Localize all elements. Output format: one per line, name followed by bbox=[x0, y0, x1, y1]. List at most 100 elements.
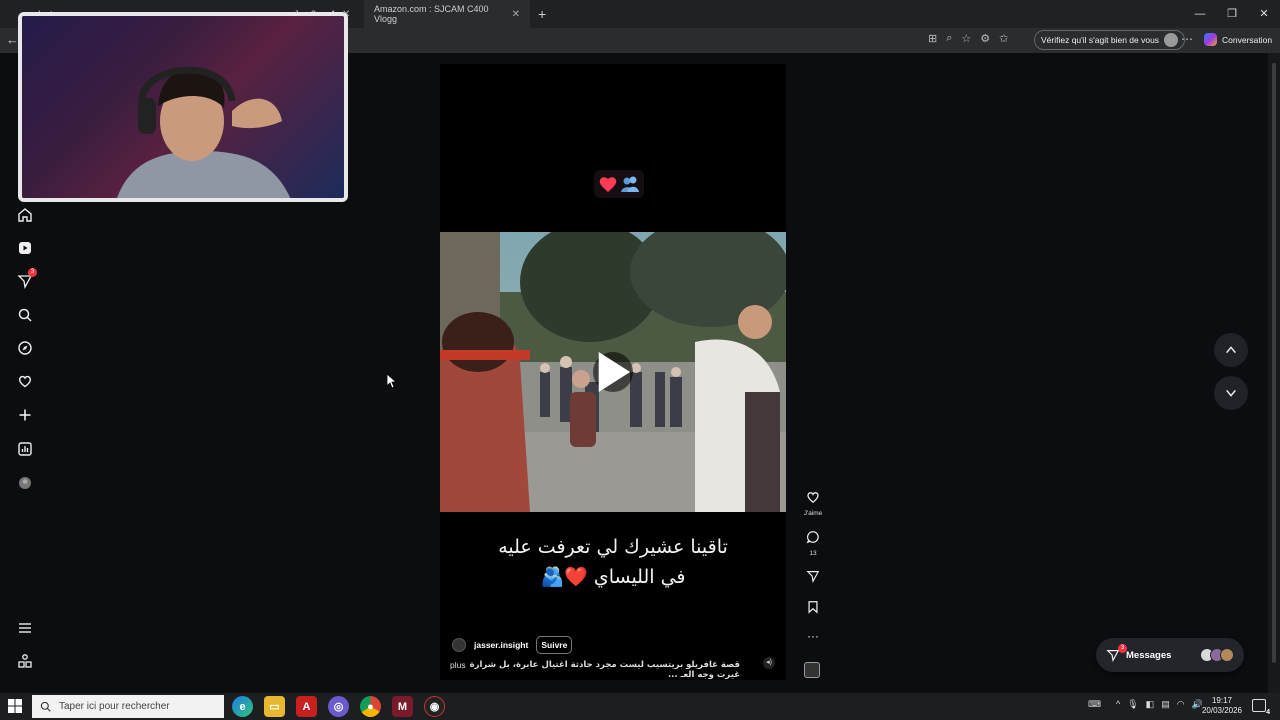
apps-icon[interactable]: ⊞ bbox=[928, 32, 937, 45]
home-icon[interactable] bbox=[12, 202, 38, 228]
bookmark-icon bbox=[808, 601, 818, 614]
comment-button[interactable]: 13 bbox=[800, 530, 826, 557]
author-avatar[interactable] bbox=[452, 638, 466, 652]
dashboard-icon[interactable] bbox=[12, 436, 38, 462]
verify-label: Vérifiez qu'il s'agit bien de vous bbox=[1041, 35, 1160, 45]
play-button[interactable] bbox=[593, 352, 633, 392]
comment-icon bbox=[806, 531, 819, 544]
zoom-icon[interactable]: ⌕ bbox=[946, 32, 952, 45]
camera-icon[interactable]: ◧ bbox=[1146, 699, 1155, 710]
network-icon[interactable]: ▤ bbox=[1161, 699, 1170, 710]
profile-verify-button[interactable]: Vérifiez qu'il s'agit bien de vous bbox=[1034, 30, 1186, 50]
menu-icon[interactable] bbox=[12, 615, 38, 641]
new-tab-button[interactable]: + bbox=[530, 6, 554, 22]
send-icon bbox=[806, 571, 820, 583]
chat-app-icon[interactable]: ◎ bbox=[328, 696, 349, 717]
explore-icon[interactable] bbox=[12, 335, 38, 361]
microphone-icon[interactable]: 🎙 bbox=[1127, 699, 1138, 710]
tab-label: Amazon.com : SJCAM C400 Vlogg bbox=[374, 4, 489, 24]
copilot-icon bbox=[1204, 33, 1217, 46]
emoji-sticker bbox=[594, 170, 644, 198]
streamer-image bbox=[117, 66, 291, 198]
reel-post[interactable]: تاقينا عشيرك لي تعرفت عليه في الليساي ❤️… bbox=[440, 64, 786, 680]
reel-video[interactable] bbox=[440, 232, 786, 512]
play-icon bbox=[598, 352, 631, 392]
mute-icon[interactable]: ◂) bbox=[763, 657, 775, 669]
audio-thumbnail[interactable] bbox=[804, 662, 820, 678]
chevron-down-icon bbox=[1226, 389, 1236, 397]
follow-button[interactable]: Suivre bbox=[536, 636, 573, 654]
window-controls: — ❐ ✕ bbox=[1184, 0, 1280, 28]
notifications-icon[interactable] bbox=[12, 368, 38, 394]
close-icon[interactable]: ✕ bbox=[512, 9, 520, 20]
description-text: قصة غافريلو بريتسيب ليست مجرد حادثة اغتي… bbox=[469, 660, 740, 680]
webcam-overlay bbox=[18, 12, 348, 202]
reel-top-area bbox=[440, 64, 786, 232]
copilot-conversation-button[interactable]: Conversation bbox=[1204, 33, 1272, 46]
page-scrollbar[interactable] bbox=[1268, 53, 1280, 693]
more-options-icon[interactable]: ⋯ bbox=[1181, 32, 1193, 46]
maximize-button[interactable]: ❐ bbox=[1216, 0, 1248, 28]
favorite-star-icon[interactable]: ☆ bbox=[961, 32, 971, 45]
share-button[interactable] bbox=[800, 569, 826, 588]
media-app-icon[interactable]: M bbox=[392, 696, 413, 717]
system-tray: ⌨ ^ 🎙 ◧ ▤ ◠ 🔊 bbox=[1088, 699, 1203, 710]
chevron-up-icon[interactable]: ^ bbox=[1116, 699, 1120, 710]
mouse-cursor-icon bbox=[387, 374, 397, 389]
avatar bbox=[1220, 648, 1234, 662]
scroll-thumb[interactable] bbox=[1272, 63, 1276, 663]
search-icon[interactable] bbox=[12, 302, 38, 328]
reel-description: plus قصة غافريلو بريتسيب ليست مجرد حادثة… bbox=[450, 660, 740, 680]
messages-badge: 3 bbox=[1118, 644, 1127, 653]
conversation-label: Conversation bbox=[1222, 34, 1273, 45]
create-icon[interactable] bbox=[12, 402, 38, 428]
author-name[interactable]: jasser.insight bbox=[474, 640, 528, 650]
taskbar-apps: e ▭ A ◎ ● M ◉ bbox=[232, 696, 445, 717]
edge-icon[interactable]: e bbox=[232, 696, 253, 717]
tab-amazon[interactable]: Amazon.com : SJCAM C400 Vlogg ✕ bbox=[364, 0, 530, 28]
reels-icon[interactable] bbox=[12, 235, 38, 261]
more-link[interactable]: plus bbox=[450, 660, 466, 680]
reel-caption-text: تاقينا عشيرك لي تعرفت عليه في الليساي ❤️… bbox=[440, 532, 786, 592]
author-row: jasser.insight Suivre bbox=[452, 636, 573, 654]
like-button[interactable]: J'aime bbox=[800, 490, 826, 517]
profile-icon[interactable] bbox=[12, 470, 38, 496]
time: 19:17 bbox=[1211, 696, 1233, 705]
next-reel-button[interactable] bbox=[1214, 376, 1248, 410]
taskbar-search[interactable]: Taper ici pour rechercher bbox=[32, 695, 224, 718]
messages-button[interactable]: 3 Messages bbox=[1096, 638, 1244, 672]
search-placeholder: Taper ici pour rechercher bbox=[59, 701, 170, 712]
acrobat-icon[interactable]: A bbox=[296, 696, 317, 717]
close-window-button[interactable]: ✕ bbox=[1248, 0, 1280, 28]
like-label: J'aime bbox=[803, 510, 823, 517]
file-explorer-icon[interactable]: ▭ bbox=[264, 696, 285, 717]
minimize-button[interactable]: — bbox=[1184, 0, 1216, 28]
people-hugging-emoji-icon bbox=[621, 176, 639, 192]
save-button[interactable] bbox=[800, 600, 826, 619]
more-button[interactable]: ··· bbox=[800, 630, 826, 642]
caption-line-1: تاقينا عشيرك لي تعرفت عليه bbox=[498, 536, 728, 558]
messages-label: Messages bbox=[1126, 649, 1172, 661]
avatar bbox=[1164, 33, 1179, 47]
clock[interactable]: 19:17 20/03/2026 bbox=[1200, 696, 1244, 716]
direct-messages-icon[interactable]: 3 bbox=[12, 268, 38, 294]
taskbar: Taper ici pour rechercher e ▭ A ◎ ● M ◉ … bbox=[0, 693, 1280, 720]
favorites-icon[interactable]: ✩ bbox=[999, 32, 1008, 45]
heart-emoji-icon bbox=[599, 177, 617, 192]
chrome-icon[interactable]: ● bbox=[360, 696, 381, 717]
notification-badge: 3 bbox=[28, 268, 37, 277]
keyboard-icon[interactable]: ⌨ bbox=[1088, 699, 1101, 710]
notification-count: 4 bbox=[1266, 709, 1270, 716]
search-icon bbox=[40, 701, 51, 712]
heart-icon bbox=[807, 492, 819, 504]
message-avatars bbox=[1200, 648, 1234, 662]
extensions-icon[interactable]: ⚙ bbox=[980, 32, 990, 45]
comment-count: 13 bbox=[809, 550, 817, 557]
previous-reel-button[interactable] bbox=[1214, 333, 1248, 367]
wifi-icon[interactable]: ◠ bbox=[1177, 699, 1185, 710]
threads-icon[interactable] bbox=[12, 648, 38, 674]
recording-app-icon[interactable]: ◉ bbox=[424, 696, 445, 717]
windows-start-icon[interactable] bbox=[8, 699, 22, 713]
date: 20/03/2026 bbox=[1201, 706, 1243, 715]
notification-center-icon[interactable]: 4 bbox=[1252, 699, 1270, 716]
